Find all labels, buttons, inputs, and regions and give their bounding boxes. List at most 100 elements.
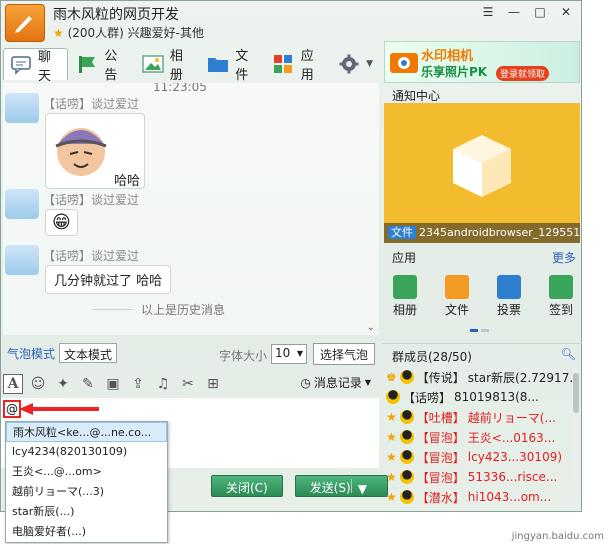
- camera-icon: [390, 53, 418, 73]
- font-icon[interactable]: A: [3, 374, 23, 394]
- text-mode-button[interactable]: 文本模式: [59, 343, 118, 363]
- mention-item[interactable]: 电脑爱好者(...): [6, 522, 167, 542]
- avatar[interactable]: [5, 189, 39, 219]
- member-list[interactable]: ♚ 【传说】 star新辰(2.72917... 【话唠】 81019813(8…: [382, 367, 572, 507]
- app-checkin[interactable]: 签到: [544, 275, 578, 318]
- app-files[interactable]: 文件: [440, 275, 474, 318]
- list-item[interactable]: ★ 【冒泡】 lcy423...30109): [382, 447, 572, 467]
- tab-apps[interactable]: 应用: [267, 48, 330, 83]
- member-role: 【吐槽】: [416, 410, 465, 425]
- notification-card[interactable]: [384, 103, 580, 243]
- folder-icon: [207, 54, 229, 74]
- group-name[interactable]: 雨木风粒的网页开发: [53, 4, 253, 24]
- app-vote[interactable]: 投票: [492, 275, 526, 318]
- close-button[interactable]: 关闭(C): [211, 475, 283, 497]
- edit-icon[interactable]: ✎: [78, 374, 98, 394]
- emoji-icon[interactable]: ☺: [28, 374, 48, 394]
- folder-icon: [445, 275, 469, 299]
- member-role: 【潜水】: [416, 490, 465, 505]
- member-role: 【冒泡】: [416, 450, 465, 465]
- close-window-button[interactable]: ✕: [555, 3, 577, 21]
- send-button[interactable]: 发送(S): [310, 479, 351, 495]
- member-name: star新辰(2.72917...: [467, 370, 572, 385]
- gamepad-icon[interactable]: ⊞: [203, 374, 223, 394]
- mention-item[interactable]: 王炎<...@...om>: [6, 462, 167, 482]
- font-size-select[interactable]: 10 ▼: [271, 344, 307, 364]
- tab-files[interactable]: 文件: [201, 48, 264, 83]
- file-caption[interactable]: 文件 2345androidbrowser_129551: [384, 223, 580, 243]
- message-sender[interactable]: 【话唠】谈过爱过: [43, 95, 139, 112]
- screenshot-icon[interactable]: ✂: [178, 374, 198, 394]
- music-icon[interactable]: ♫: [153, 374, 173, 394]
- pager-dot: [481, 329, 489, 332]
- list-item[interactable]: ★ 【冒泡】 王炎<...0163...: [382, 427, 572, 447]
- tab-apps-label: 应用: [300, 49, 314, 83]
- member-role: 【传说】: [416, 370, 465, 385]
- tab-chat[interactable]: 聊天: [3, 48, 69, 84]
- app-label: 投票: [496, 303, 521, 317]
- member-name: hi1043...om...: [467, 490, 552, 504]
- apps-icon: [273, 54, 295, 74]
- group-avatar[interactable]: [5, 4, 45, 42]
- list-item[interactable]: 【话唠】 81019813(8...: [382, 387, 572, 407]
- image-icon[interactable]: ▣: [103, 374, 123, 394]
- mention-item[interactable]: 雨木风粒<ke...@...ne.co...: [6, 422, 167, 442]
- message-sender[interactable]: 【话唠】谈过爱过: [43, 191, 139, 208]
- ad-banner[interactable]: 水印相机 乐享照片PK 登录就领取: [384, 41, 580, 83]
- app-album[interactable]: 相册: [388, 275, 422, 318]
- input-mode-bar: 气泡模式 文本模式 字体大小 10 ▼ 选择气泡: [1, 343, 379, 365]
- magic-icon[interactable]: ✦: [53, 374, 73, 394]
- grin-emoji-icon: 😁: [52, 212, 71, 233]
- qq-avatar-icon: [399, 490, 414, 504]
- message-bubble: 😁: [45, 209, 78, 236]
- history-divider: 以上是历史消息: [93, 301, 225, 318]
- tab-album-label: 相册: [169, 49, 183, 83]
- message-text: 哈哈: [114, 174, 141, 189]
- mention-item[interactable]: star新辰(...): [6, 502, 167, 522]
- select-bubble-button[interactable]: 选择气泡: [313, 343, 376, 365]
- list-item[interactable]: ♚ 【传说】 star新辰(2.72917...: [382, 367, 572, 387]
- chevron-down-icon: ▼: [296, 349, 303, 358]
- skin-button[interactable]: ☰: [477, 3, 499, 21]
- upload-icon[interactable]: ⇪: [128, 374, 148, 394]
- search-icon[interactable]: 🔍︎: [561, 347, 576, 361]
- apps-more-link[interactable]: 更多: [552, 249, 576, 266]
- maximize-button[interactable]: □: [529, 3, 551, 21]
- tab-album[interactable]: 相册: [136, 48, 199, 83]
- mention-popup[interactable]: 雨木风粒<ke...@...ne.co... lcy4234(820130109…: [5, 421, 168, 543]
- qq-avatar-icon: [399, 370, 414, 384]
- avatar[interactable]: [5, 93, 39, 123]
- apps-pager[interactable]: [470, 329, 489, 332]
- message-sender[interactable]: 【话唠】谈过爱过: [43, 247, 139, 264]
- chat-history[interactable]: 11:23:05 【话唠】谈过爱过 哈哈 【话唠】谈过爱过 😁 【话唠】谈过爱过…: [3, 83, 379, 335]
- message-record-button[interactable]: ◷ 消息记录 ▼: [300, 374, 371, 391]
- red-arrow-annotation: [19, 403, 99, 415]
- ad-login-button[interactable]: 登录就领取: [495, 66, 549, 81]
- scrollbar-thumb[interactable]: [573, 373, 579, 413]
- tab-settings[interactable]: ▼: [332, 48, 379, 80]
- qq-avatar-icon: [386, 390, 400, 404]
- list-item[interactable]: ★ 【潜水】 hi1043...om...: [382, 487, 572, 507]
- list-item[interactable]: ★ 【吐槽】 越前リョーマ(...: [382, 407, 572, 427]
- bubble-mode-button[interactable]: 气泡模式: [3, 343, 59, 363]
- chevron-down-icon: ▼: [364, 378, 371, 387]
- chat-icon: [10, 55, 32, 75]
- list-item[interactable]: ★ 【冒泡】 51336...risce...: [382, 467, 572, 487]
- star-icon: ★: [386, 470, 397, 484]
- window-controls: ☰ — □ ✕: [477, 3, 577, 21]
- send-options-button[interactable]: ▼: [350, 479, 373, 496]
- group-meta: ★ (200人群) 兴趣爱好-其他: [53, 24, 204, 41]
- avatar[interactable]: [5, 245, 39, 275]
- scroll-down-icon[interactable]: ⌄: [367, 322, 375, 333]
- action-buttons: 关闭(C) 发送(S) ▼: [211, 475, 388, 497]
- history-note-text: 以上是历史消息: [141, 303, 226, 317]
- qq-avatar-icon: [399, 430, 414, 444]
- minimize-button[interactable]: —: [503, 3, 525, 21]
- sticker-image: [55, 128, 107, 176]
- bar-chart-icon: [497, 275, 521, 299]
- mention-item[interactable]: lcy4234(820130109): [6, 442, 167, 462]
- member-list-scrollbar[interactable]: [572, 369, 580, 509]
- tab-announcement-label: 公告: [104, 49, 118, 83]
- mention-item[interactable]: 越前リョーマ(...3): [6, 482, 167, 502]
- tab-announcement[interactable]: 公告: [70, 48, 133, 83]
